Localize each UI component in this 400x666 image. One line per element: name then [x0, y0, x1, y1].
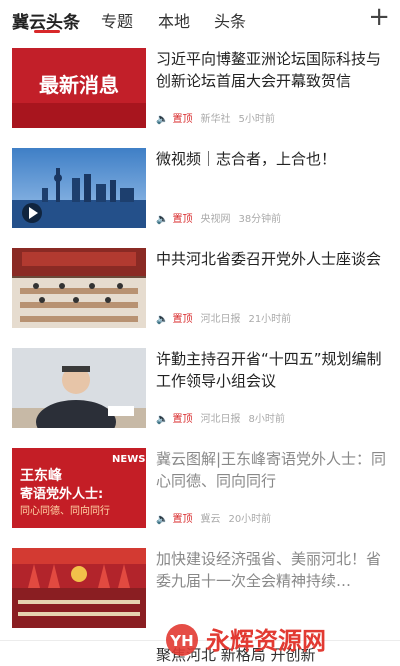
latest-news-thumbnail: 最新消息 [12, 48, 146, 128]
news-meta: 🔈 置顶 新华社 5小时前 [156, 110, 275, 125]
watermark: YH 永辉资源网 [162, 620, 392, 660]
thumb-news-label: NEWS [112, 454, 145, 465]
tab-topics[interactable]: 专题 [101, 8, 133, 32]
speaker-icon[interactable]: 🔈 [156, 314, 168, 325]
news-source: 新华社 [200, 114, 231, 125]
news-source: 河北日报 [200, 314, 241, 325]
pinned-badge: 置顶 [172, 414, 193, 425]
active-tab-indicator [34, 30, 60, 33]
news-title: 加快建设经济强省、美丽河北！省委九届十一次全会精神持续… [156, 550, 382, 590]
news-time: 8小时前 [248, 414, 285, 425]
speaker-icon[interactable]: 🔈 [156, 214, 168, 225]
tab-headlines[interactable]: 头条 [214, 8, 246, 32]
news-time: 20小时前 [228, 514, 272, 525]
news-source: 央视网 [200, 214, 231, 225]
news-meta: 🔈 置顶 河北日报 8小时前 [156, 410, 285, 425]
speaker-icon[interactable]: 🔈 [156, 514, 168, 525]
news-time: 21小时前 [248, 314, 292, 325]
news-meta: 🔈 置顶 央视网 38分钟前 [156, 210, 281, 225]
thumb-slogan: 同心同德、同向同行 [20, 504, 110, 517]
list-item[interactable]: 最新消息 习近平向博鳌亚洲论坛国际科技与创新论坛首届大会开幕致贺信 🔈 置顶 新华社… [0, 40, 400, 141]
news-title: 冀云图解|王东峰寄语党外人士：同心同德、同向同行 [156, 450, 387, 490]
news-meta: 🔈 置顶 河北日报 21小时前 [156, 310, 291, 325]
shanghai-skyline-thumbnail [12, 148, 146, 228]
news-time: 5小时前 [238, 114, 275, 125]
speaker-icon[interactable]: 🔈 [156, 114, 168, 125]
list-item[interactable]: 中共河北省委召开党外人士座谈会 🔈 置顶 河北日报 21小时前 [0, 240, 400, 341]
news-title: 中共河北省委召开党外人士座谈会 [156, 250, 382, 268]
pinned-badge: 置顶 [172, 214, 193, 225]
infographic-thumbnail: NEWS 王东峰 寄语党外人士: 同心同德、同向同行 [12, 448, 146, 528]
plus-icon[interactable]: + [368, 4, 390, 30]
speaker-icon[interactable]: 🔈 [156, 414, 168, 425]
news-title: 微视频｜志合者，上合也！ [156, 150, 337, 168]
news-source: 冀云 [200, 514, 221, 525]
list-item[interactable]: NEWS 王东峰 寄语党外人士: 同心同德、同向同行 冀云图解|王东峰寄语党外人… [0, 440, 400, 541]
news-source: 河北日报 [200, 414, 241, 425]
pinned-badge: 置顶 [172, 114, 193, 125]
thumb-subtitle: 寄语党外人士: [20, 486, 103, 502]
top-tab-bar: 冀云头条 专题 本地 头条 + [0, 0, 400, 40]
pinned-badge: 置顶 [172, 314, 193, 325]
speaker-portrait-thumbnail [12, 348, 146, 428]
list-item[interactable]: 许勤主持召开省“十四五”规划编制工作领导小组会议 🔈 置顶 河北日报 8小时前 [0, 340, 400, 441]
pinned-badge: 置顶 [172, 514, 193, 525]
list-item[interactable]: 微视频｜志合者，上合也！ 🔈 置顶 央视网 38分钟前 [0, 140, 400, 241]
meeting-hall-thumbnail [12, 248, 146, 328]
watermark-text: 永辉资源网 [206, 627, 326, 655]
thumb-name: 王东峰 [20, 467, 63, 484]
news-time: 38分钟前 [238, 214, 282, 225]
thumbnail-text: 最新消息 [39, 73, 119, 97]
news-meta: 🔈 置顶 冀云 20小时前 [156, 510, 271, 525]
plenary-session-thumbnail [12, 548, 146, 628]
news-title: 习近平向博鳌亚洲论坛国际科技与创新论坛首届大会开幕致贺信 [156, 50, 382, 90]
tab-local[interactable]: 本地 [158, 8, 190, 32]
news-title: 许勤主持召开省“十四五”规划编制工作领导小组会议 [156, 350, 382, 390]
watermark-logo: YH [169, 632, 193, 650]
